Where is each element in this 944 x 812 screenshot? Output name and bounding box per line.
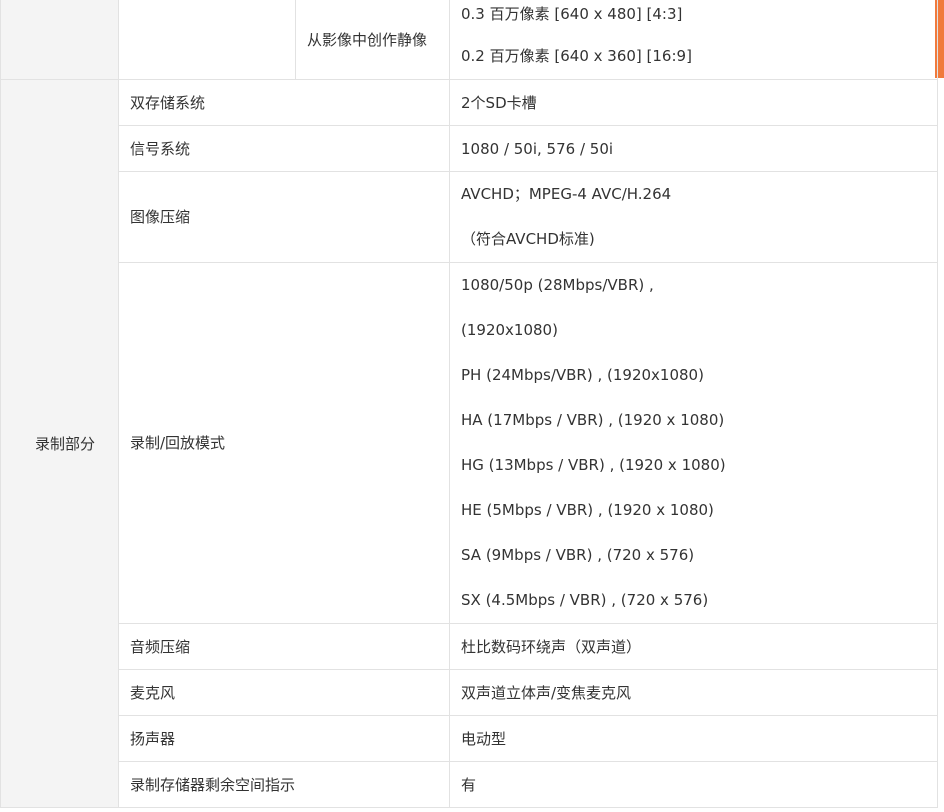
spec-value-line: HG (13Mbps / VBR) , (1920 x 1080) [461,456,726,474]
spec-row: 信号系统 1080 / 50i, 576 / 50i [1,125,938,172]
spec-value-line: SA (9Mbps / VBR) , (720 x 576) [461,546,695,564]
spec-label: 双存储系统 [118,79,450,126]
spec-row: 录制存储器剩余空间指示 有 [1,761,938,808]
top-empty-cell [118,0,296,80]
top-value-line: 0.3 百万像素 [640 x 480] [4:3] [461,4,683,23]
spec-value-line: HE (5Mbps / VBR) , (1920 x 1080) [461,501,714,519]
spec-row: 图像压缩 AVCHD；MPEG-4 AVC/H.264 （符合AVCHD标准) [1,171,938,263]
top-value-line: 0.2 百万像素 [640 x 360] [16:9] [461,46,692,65]
top-sub-label: 从影像中创作静像 [295,0,450,80]
spec-label: 录制/回放模式 [118,262,450,624]
spec-value-multi: 1080/50p (28Mbps/VBR) , (1920x1080) PH (… [449,262,938,624]
top-section-row: 从影像中创作静像 0.3 百万像素 [640 x 480] [4:3] 0.2 … [0,0,938,80]
spec-value: 电动型 [449,715,938,762]
spec-value: 有 [449,761,938,808]
spec-value: 杜比数码环绕声（双声道） [449,623,938,670]
top-group-cell [0,0,119,80]
spec-label: 图像压缩 [118,171,450,263]
spec-value-line: 1080/50p (28Mbps/VBR) , [461,276,654,294]
group-label-recording: 录制部分 [0,79,119,808]
spec-value-line: AVCHD；MPEG-4 AVC/H.264 [461,185,672,203]
spec-label: 录制存储器剩余空间指示 [118,761,450,808]
spec-table: 从影像中创作静像 0.3 百万像素 [640 x 480] [4:3] 0.2 … [0,0,938,808]
spec-value: 1080 / 50i, 576 / 50i [449,125,938,172]
spec-value-line: HA (17Mbps / VBR) , (1920 x 1080) [461,411,725,429]
spec-value-line: （符合AVCHD标准) [461,230,595,248]
spec-value-line: PH (24Mbps/VBR) , (1920x1080) [461,366,704,384]
spec-value-line: SX (4.5Mbps / VBR) , (720 x 576) [461,591,709,609]
spec-row: 音频压缩 杜比数码环绕声（双声道） [1,623,938,670]
spec-value: 双声道立体声/变焦麦克风 [449,669,938,716]
spec-label: 信号系统 [118,125,450,172]
spec-value: 2个SD卡槽 [449,79,938,126]
spec-value-line: (1920x1080) [461,321,558,339]
spec-row: 录制部分 双存储系统 2个SD卡槽 [0,79,938,808]
spec-row: 麦克风 双声道立体声/变焦麦克风 [1,669,938,716]
top-values-cell: 0.3 百万像素 [640 x 480] [4:3] 0.2 百万像素 [640… [449,0,938,80]
spec-label: 扬声器 [118,715,450,762]
spec-label: 麦克风 [118,669,450,716]
spec-row: 扬声器 电动型 [1,715,938,762]
spec-row: 录制/回放模式 1080/50p (28Mbps/VBR) , (1920x10… [1,262,938,624]
spec-value-multi: AVCHD；MPEG-4 AVC/H.264 （符合AVCHD标准) [449,171,938,263]
spec-label: 音频压缩 [118,623,450,670]
